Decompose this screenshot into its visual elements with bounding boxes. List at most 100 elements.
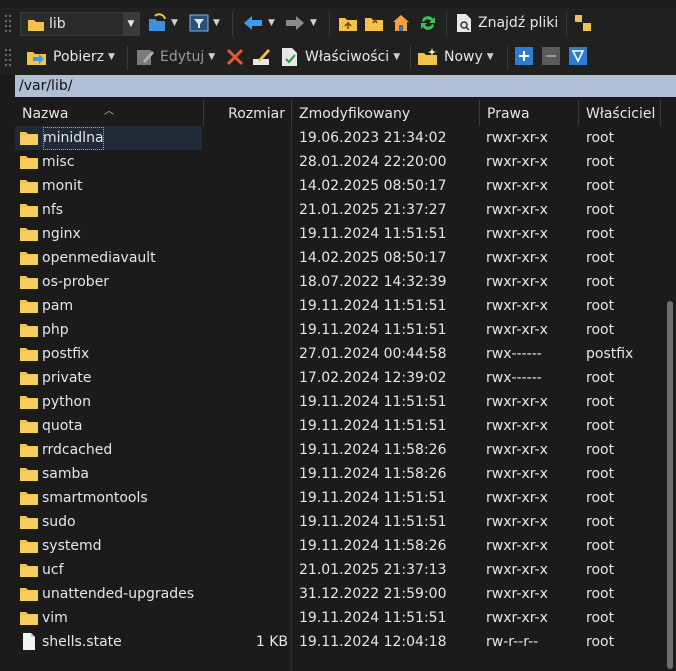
find-files-button[interactable]: Znajdź pliki — [455, 13, 558, 33]
file-row[interactable]: misc 28.01.2024 22:20:00 rwxr-xr-x root — [15, 150, 662, 174]
file-name-cell[interactable]: php — [15, 318, 202, 342]
location-combo[interactable]: lib ▼ — [20, 12, 140, 36]
file-modified: 21.01.2025 21:37:27 — [299, 202, 447, 218]
file-name: openmediavault — [42, 250, 156, 266]
file-name: python — [42, 394, 91, 410]
file-row[interactable]: os-prober 18.07.2022 14:32:39 rwxr-xr-x … — [15, 270, 662, 294]
column-permissions[interactable]: Prawa — [480, 100, 579, 126]
file-name-cell[interactable]: shells.state — [15, 630, 202, 654]
filter-button[interactable]: ▼ — [189, 13, 220, 33]
properties-label: Właściwości — [305, 49, 390, 65]
file-name-cell[interactable]: ucf — [15, 558, 202, 582]
rename-button[interactable] — [252, 47, 272, 67]
folder-icon — [20, 442, 38, 458]
home-icon — [393, 15, 409, 31]
file-modified: 19.11.2024 11:51:51 — [299, 514, 447, 530]
forward-button[interactable]: ▼ — [284, 13, 317, 33]
file-owner: root — [586, 394, 615, 410]
vertical-scrollbar[interactable] — [662, 126, 676, 671]
file-row[interactable]: vim 19.11.2024 11:51:51 rwxr-xr-x root — [15, 606, 662, 630]
file-row[interactable]: python 19.11.2024 11:51:51 rwxr-xr-x roo… — [15, 390, 662, 414]
file-name: rrdcached — [42, 442, 113, 458]
file-name-cell[interactable]: quota — [15, 414, 202, 438]
file-name: php — [42, 322, 69, 338]
download-icon — [27, 52, 46, 65]
file-name-cell[interactable]: os-prober — [15, 270, 202, 294]
new-button[interactable]: Nowy ▼ — [417, 47, 494, 67]
file-name: misc — [42, 154, 75, 170]
file-name-cell[interactable]: python — [15, 390, 202, 414]
file-name-cell[interactable]: sudo — [15, 510, 202, 534]
file-size — [202, 486, 288, 510]
file-row[interactable]: samba 19.11.2024 11:58:26 rwxr-xr-x root — [15, 462, 662, 486]
file-permissions: rwxr-xr-x — [486, 538, 548, 554]
properties-button[interactable]: Właściwości ▼ — [280, 47, 400, 67]
file-name-cell[interactable]: systemd — [15, 534, 202, 558]
parent-folder-button[interactable] — [338, 13, 358, 33]
path-bar[interactable]: /var/lib/ — [15, 75, 676, 97]
file-row[interactable]: smartmontools 19.11.2024 11:51:51 rwxr-x… — [15, 486, 662, 510]
column-size[interactable]: Rozmiar — [204, 100, 292, 126]
file-name-cell[interactable]: minidlna — [15, 126, 202, 150]
file-row[interactable]: openmediavault 14.02.2025 08:50:17 rwxr-… — [15, 246, 662, 270]
file-row[interactable]: postfix 27.01.2024 00:44:58 rwx------ po… — [15, 342, 662, 366]
file-size — [202, 558, 288, 582]
file-name-cell[interactable]: rrdcached — [15, 438, 202, 462]
home-button[interactable] — [391, 13, 411, 33]
file-row[interactable]: ucf 21.01.2025 21:37:13 rwxr-xr-x root — [15, 558, 662, 582]
edit-button[interactable]: Edytuj ▼ — [135, 47, 215, 67]
file-size — [202, 462, 288, 486]
file-row[interactable]: shells.state 1 KB 19.11.2024 12:04:18 rw… — [15, 630, 662, 654]
file-row[interactable]: monit 14.02.2025 08:50:17 rwxr-xr-x root — [15, 174, 662, 198]
file-size — [202, 150, 288, 174]
file-row[interactable]: rrdcached 19.11.2024 11:58:26 rwxr-xr-x … — [15, 438, 662, 462]
file-name-cell[interactable]: pam — [15, 294, 202, 318]
collapse-button[interactable] — [542, 47, 560, 65]
file-row[interactable]: minidlna 19.06.2023 21:34:02 rwxr-xr-x r… — [15, 126, 662, 150]
toolbar-options-button[interactable] — [573, 13, 593, 33]
column-name[interactable]: ︿ Nazwa — [15, 100, 204, 126]
file-name-cell[interactable]: nginx — [15, 222, 202, 246]
chevron-down-icon[interactable]: ▼ — [123, 13, 139, 35]
file-modified: 28.01.2024 22:20:00 — [299, 154, 447, 170]
scrollbar-thumb[interactable] — [667, 301, 673, 669]
column-modified[interactable]: Zmodyfikowany — [292, 100, 480, 126]
file-row[interactable]: quota 19.11.2024 11:51:51 rwxr-xr-x root — [15, 414, 662, 438]
download-button[interactable]: Pobierz ▼ — [26, 47, 115, 67]
file-row[interactable]: pam 19.11.2024 11:51:51 rwxr-xr-x root — [15, 294, 662, 318]
file-row[interactable]: nfs 21.01.2025 21:37:27 rwxr-xr-x root — [15, 198, 662, 222]
file-row[interactable]: private 17.02.2024 12:39:02 rwx------ ro… — [15, 366, 662, 390]
file-permissions: rwxr-xr-x — [486, 418, 548, 434]
folder-icon — [20, 202, 38, 218]
column-owner[interactable]: Właściciel — [579, 100, 661, 126]
file-name-cell[interactable]: samba — [15, 462, 202, 486]
file-size — [202, 126, 288, 150]
file-name-cell[interactable]: monit — [15, 174, 202, 198]
location-value: lib — [49, 16, 66, 32]
folder-icon — [20, 346, 38, 362]
filter-toggle-button[interactable] — [569, 47, 587, 65]
toolbar-grip-icon — [4, 13, 12, 35]
back-button[interactable]: ▼ — [242, 13, 275, 33]
root-folder-button[interactable] — [364, 13, 384, 33]
file-owner: root — [586, 514, 615, 530]
file-name-cell[interactable]: smartmontools — [15, 486, 202, 510]
file-name-cell[interactable]: nfs — [15, 198, 202, 222]
file-name-cell[interactable]: misc — [15, 150, 202, 174]
file-name-cell[interactable]: postfix — [15, 342, 202, 366]
file-row[interactable]: unattended-upgrades 31.12.2022 21:59:00 … — [15, 582, 662, 606]
delete-button[interactable] — [226, 47, 244, 67]
file-name-cell[interactable]: openmediavault — [15, 246, 202, 270]
file-row[interactable]: php 19.11.2024 11:51:51 rwxr-xr-x root — [15, 318, 662, 342]
refresh-folder-button[interactable]: ▼ — [147, 13, 178, 33]
file-owner: root — [586, 130, 615, 146]
file-row[interactable]: sudo 19.11.2024 11:51:51 rwxr-xr-x root — [15, 510, 662, 534]
file-row[interactable]: systemd 19.11.2024 11:58:26 rwxr-xr-x ro… — [15, 534, 662, 558]
refresh-button[interactable] — [418, 13, 438, 33]
file-row[interactable]: nginx 19.11.2024 11:51:51 rwxr-xr-x root — [15, 222, 662, 246]
expand-button[interactable] — [515, 47, 533, 65]
file-name-cell[interactable]: private — [15, 366, 202, 390]
file-modified: 19.11.2024 11:58:26 — [299, 442, 447, 458]
file-name-cell[interactable]: vim — [15, 606, 202, 630]
file-name-cell[interactable]: unattended-upgrades — [15, 582, 202, 606]
